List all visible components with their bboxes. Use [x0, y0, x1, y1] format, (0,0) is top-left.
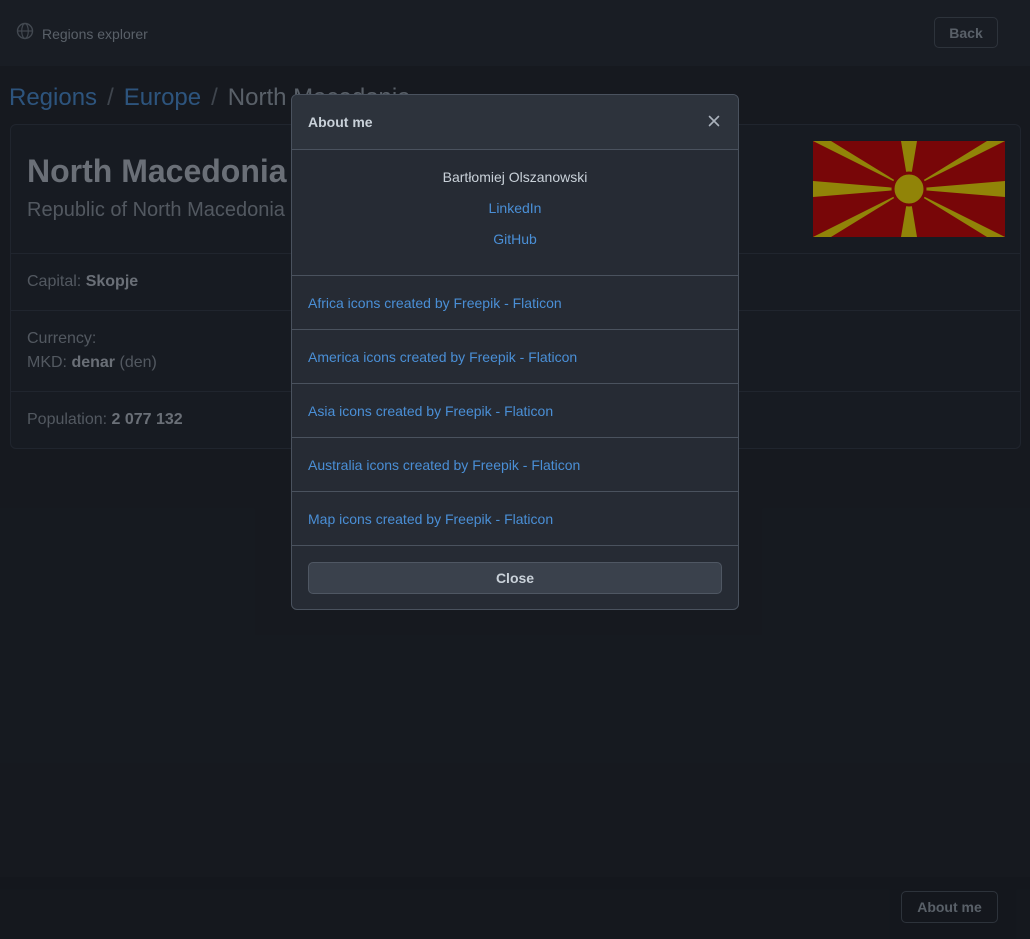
- github-link[interactable]: GitHub: [292, 231, 738, 247]
- about-modal: About me Bartłomiej Olszanowski LinkedIn…: [291, 94, 739, 610]
- credit-asia[interactable]: Asia icons created by Freepik - Flaticon: [292, 383, 738, 437]
- credit-link[interactable]: Africa icons created by Freepik - Flatic…: [308, 295, 562, 311]
- modal-body: Bartłomiej Olszanowski LinkedIn GitHub: [292, 150, 738, 275]
- credit-map[interactable]: Map icons created by Freepik - Flaticon: [292, 491, 738, 545]
- linkedin-link[interactable]: LinkedIn: [292, 200, 738, 216]
- credit-link[interactable]: Australia icons created by Freepik - Fla…: [308, 457, 580, 473]
- credit-africa[interactable]: Africa icons created by Freepik - Flatic…: [292, 275, 738, 329]
- credit-link[interactable]: Map icons created by Freepik - Flaticon: [308, 511, 553, 527]
- credit-link[interactable]: Asia icons created by Freepik - Flaticon: [308, 403, 553, 419]
- modal-header: About me: [292, 95, 738, 150]
- credit-australia[interactable]: Australia icons created by Freepik - Fla…: [292, 437, 738, 491]
- author-name: Bartłomiej Olszanowski: [442, 169, 588, 185]
- modal-footer: Close: [292, 545, 738, 609]
- modal-title: About me: [308, 114, 373, 130]
- credits-list: Africa icons created by Freepik - Flatic…: [292, 275, 738, 545]
- credit-link[interactable]: America icons created by Freepik - Flati…: [308, 349, 577, 365]
- close-button[interactable]: Close: [308, 562, 722, 594]
- credit-america[interactable]: America icons created by Freepik - Flati…: [292, 329, 738, 383]
- close-icon[interactable]: [702, 109, 726, 133]
